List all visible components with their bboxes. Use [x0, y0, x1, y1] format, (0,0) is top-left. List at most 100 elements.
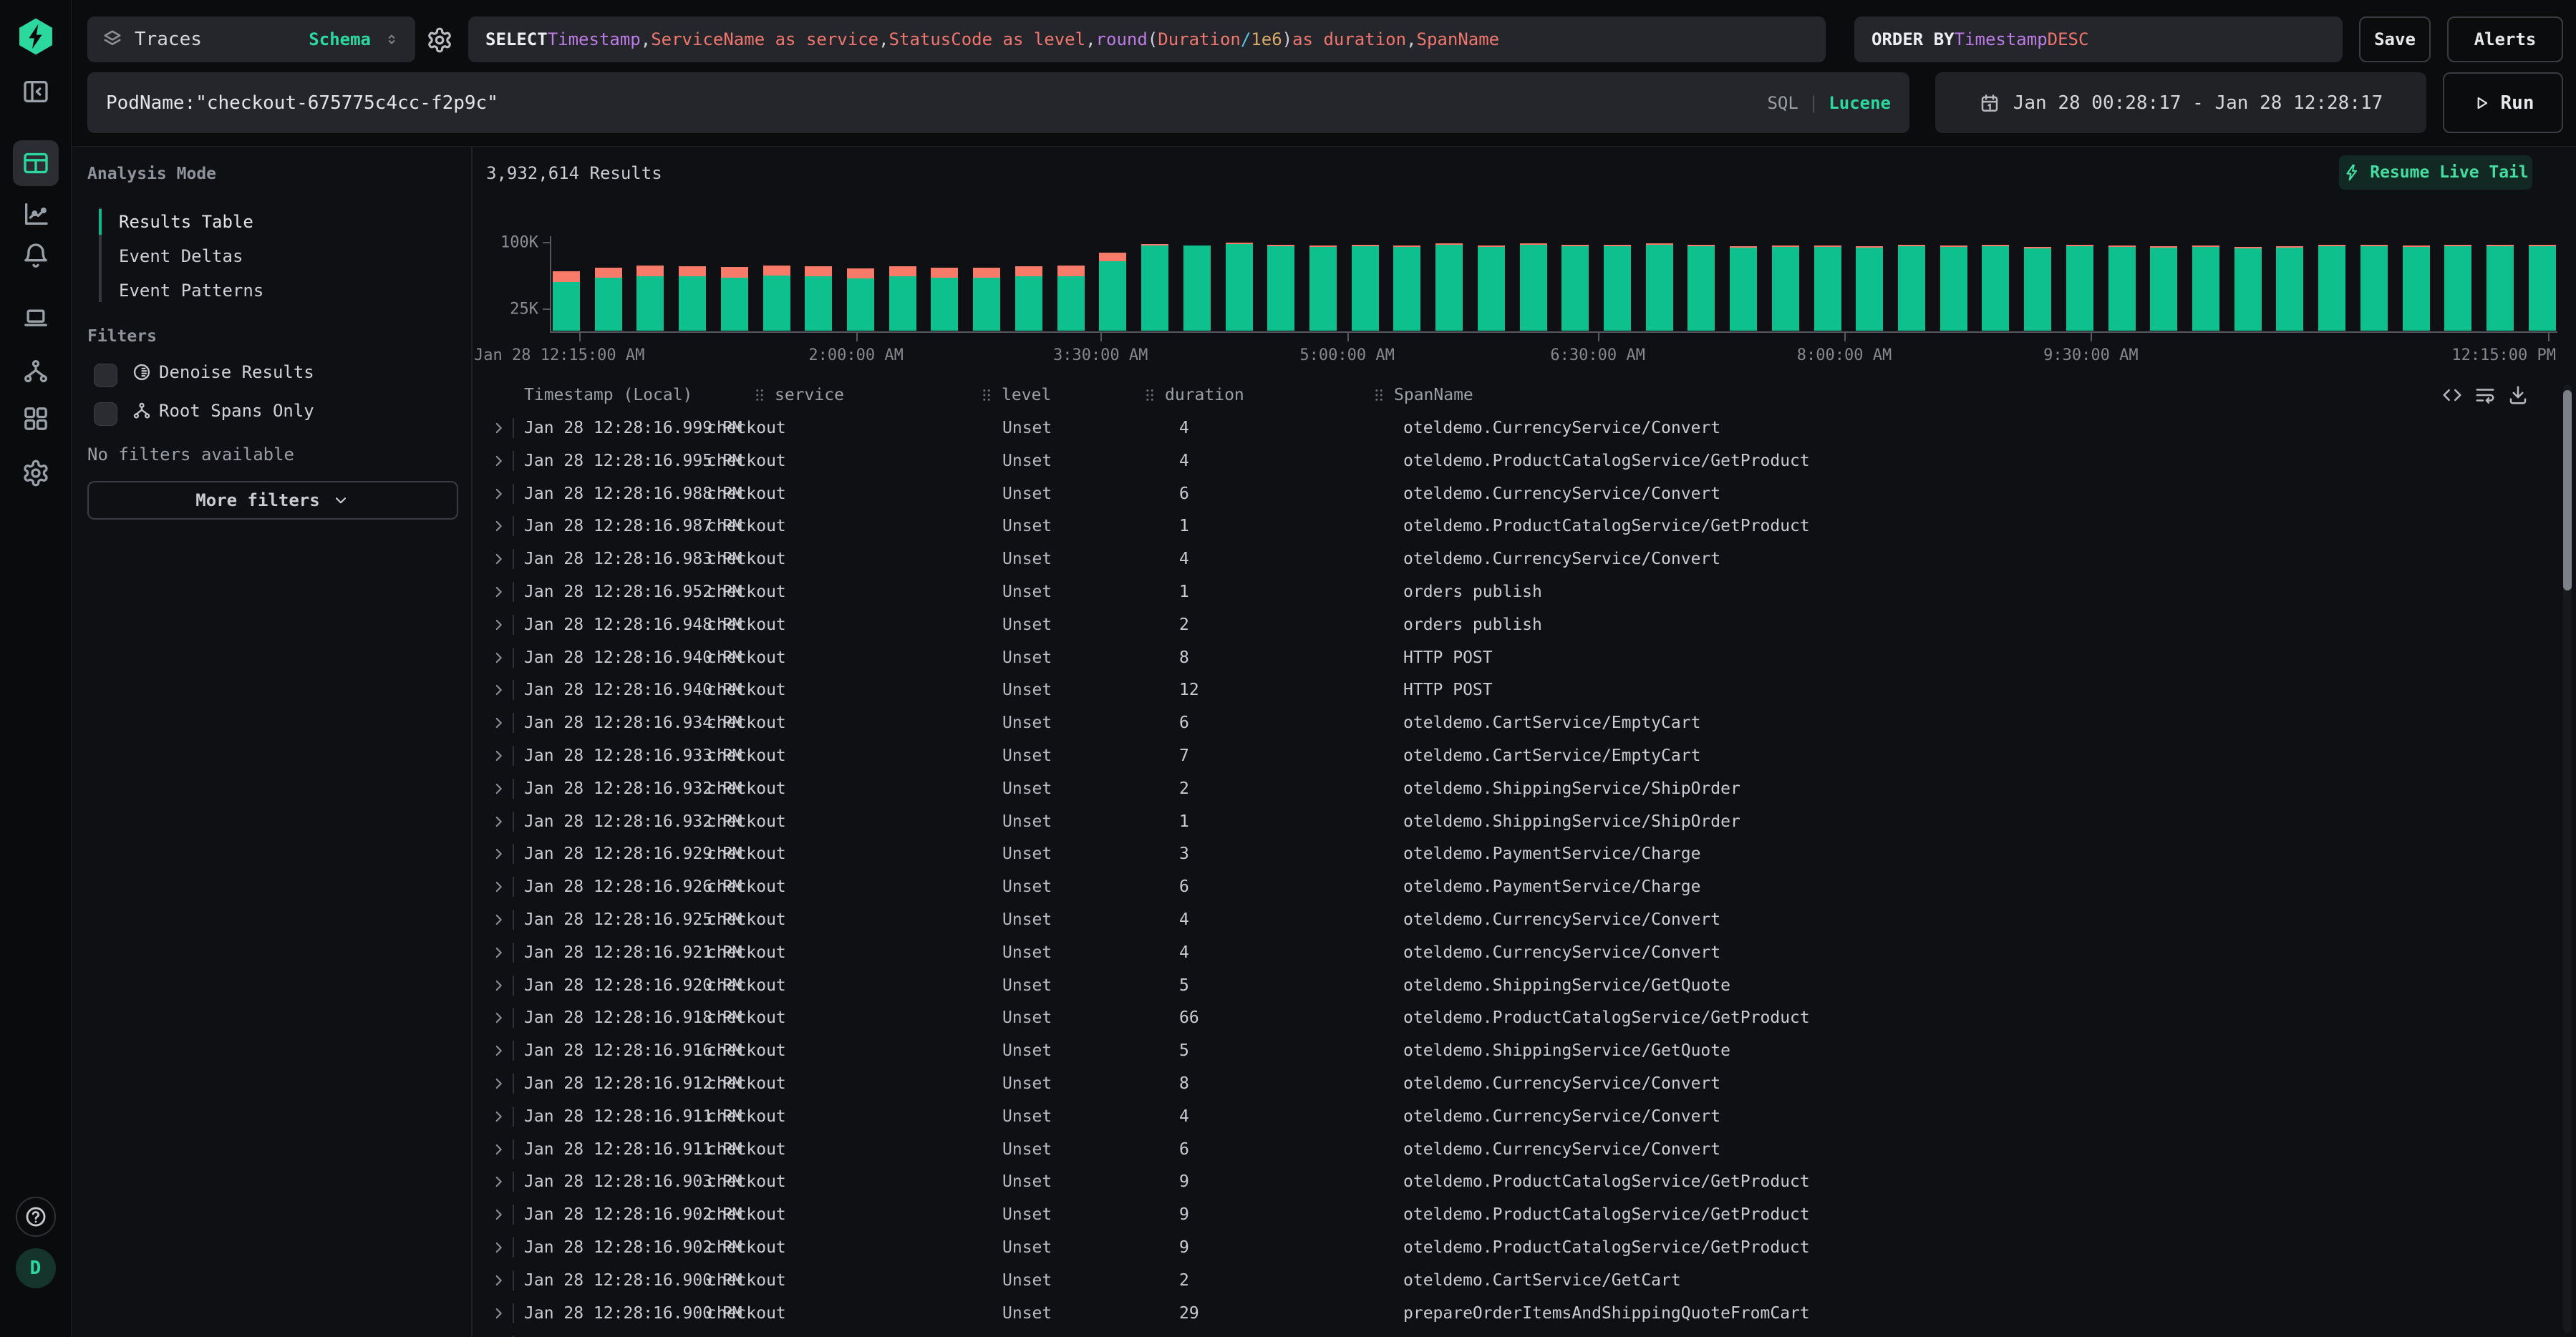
chart-bar[interactable] — [1940, 245, 1967, 331]
expand-row-chevron-icon[interactable] — [490, 976, 508, 995]
expand-row-chevron-icon[interactable] — [490, 779, 508, 798]
table-row[interactable]: Jan 28 12:28:16.916 PMcheckoutUnset5otel… — [473, 1034, 2556, 1067]
expand-row-chevron-icon[interactable] — [490, 747, 508, 765]
scrollbar-thumb[interactable] — [2563, 390, 2572, 590]
chart-bar[interactable] — [1688, 245, 1715, 331]
table-row[interactable]: Jan 28 12:28:16.912 PMcheckoutUnset8otel… — [473, 1067, 2556, 1100]
table-row[interactable]: Jan 28 12:28:16.932 PMcheckoutUnset1otel… — [473, 805, 2556, 838]
chart-bar[interactable] — [889, 266, 916, 331]
chart-bar[interactable] — [2276, 246, 2303, 331]
table-row[interactable]: Jan 28 12:28:16.918 PMcheckoutUnset66ote… — [473, 1001, 2556, 1034]
chart-bar[interactable] — [1435, 243, 1463, 331]
filter-option-denoise-results[interactable]: Denoise Results — [132, 362, 314, 382]
chart-bar[interactable] — [1141, 244, 1168, 331]
table-row[interactable]: Jan 28 12:28:16.929 PMcheckoutUnset3otel… — [473, 837, 2556, 870]
expand-row-chevron-icon[interactable] — [490, 1107, 508, 1126]
chart-bar[interactable] — [1099, 253, 1126, 331]
expand-row-chevron-icon[interactable] — [490, 845, 508, 863]
wrap-lines-icon[interactable] — [2474, 384, 2496, 406]
chart-bar[interactable] — [2318, 245, 2345, 331]
rail-item-bell-icon[interactable] — [21, 241, 50, 270]
table-row[interactable]: Jan 28 12:28:16.940 PMcheckoutUnset12HTT… — [473, 674, 2556, 706]
table-row[interactable]: Jan 28 12:28:16.925 PMcheckoutUnset4otel… — [473, 903, 2556, 936]
column-header-duration[interactable]: duration — [1142, 386, 1244, 404]
chart-bar[interactable] — [805, 266, 832, 331]
expand-row-chevron-icon[interactable] — [490, 485, 508, 503]
user-avatar[interactable]: D — [16, 1248, 56, 1288]
chart-bar[interactable] — [2024, 247, 2051, 331]
source-settings-gear-icon[interactable] — [424, 24, 455, 56]
chart-bar[interactable] — [1730, 246, 1757, 331]
expand-row-chevron-icon[interactable] — [490, 1140, 508, 1159]
table-row[interactable]: Jan 28 12:28:16.911 PMcheckoutUnset4otel… — [473, 1100, 2556, 1133]
expand-row-chevron-icon[interactable] — [490, 419, 508, 437]
expand-row-chevron-icon[interactable] — [490, 877, 508, 896]
chart-bar[interactable] — [1226, 243, 1253, 331]
table-row[interactable]: Jan 28 12:28:16.932 PMcheckoutUnset2otel… — [473, 772, 2556, 805]
expand-row-chevron-icon[interactable] — [490, 583, 508, 601]
expand-row-chevron-icon[interactable] — [490, 1041, 508, 1060]
table-row[interactable]: Jan 28 12:28:16.987 PMcheckoutUnset1otel… — [473, 510, 2556, 543]
chart-bar[interactable] — [553, 271, 580, 331]
expand-row-chevron-icon[interactable] — [490, 1172, 508, 1191]
rail-item-laptop-icon[interactable] — [21, 304, 50, 333]
rail-item-chart-icon[interactable] — [21, 200, 50, 228]
chart-bar[interactable] — [1015, 266, 1042, 331]
chart-bar[interactable] — [721, 267, 748, 331]
chart-bar[interactable] — [679, 266, 706, 331]
expand-row-chevron-icon[interactable] — [490, 1304, 508, 1323]
table-row[interactable]: Jan 28 12:28:16.902 PMcheckoutUnset9otel… — [473, 1198, 2556, 1231]
analysis-mode-event-deltas[interactable]: Event Deltas — [119, 246, 243, 266]
column-header-service[interactable]: service — [752, 386, 844, 404]
table-row[interactable]: Jan 28 12:28:16.900 PMcheckoutUnset2otel… — [473, 1264, 2556, 1297]
save-button[interactable]: Save — [2359, 16, 2431, 62]
chart-bar[interactable] — [1856, 246, 1883, 331]
table-row[interactable]: Jan 28 12:28:16.952 PMcheckoutUnset1orde… — [473, 575, 2556, 608]
table-row[interactable]: Jan 28 12:28:16.920 PMcheckoutUnset5otel… — [473, 969, 2556, 1002]
chart-bar[interactable] — [595, 268, 622, 331]
chart-bar[interactable] — [1520, 243, 1547, 331]
analysis-mode-event-patterns[interactable]: Event Patterns — [119, 281, 263, 301]
expand-row-chevron-icon[interactable] — [490, 1074, 508, 1093]
chart-bar[interactable] — [2150, 246, 2177, 331]
table-row[interactable]: Jan 28 12:28:16.903 PMcheckoutUnset9otel… — [473, 1165, 2556, 1198]
checkbox-denoise-results[interactable] — [94, 364, 117, 387]
rail-item-panel-collapse-icon[interactable] — [21, 77, 50, 106]
lucene-toggle[interactable]: Lucene — [1829, 93, 1891, 113]
expand-row-chevron-icon[interactable] — [490, 550, 508, 568]
chart-bar[interactable] — [1309, 245, 1337, 331]
chart-bar[interactable] — [636, 266, 664, 331]
chart-bar[interactable] — [1982, 245, 2009, 331]
language-toggle[interactable]: SQL | Lucene — [1767, 93, 1891, 113]
expand-row-chevron-icon[interactable] — [490, 1205, 508, 1224]
table-row[interactable]: Jan 28 12:28:16.900 PMcheckoutUnset50ote… — [473, 1329, 2556, 1337]
expand-row-chevron-icon[interactable] — [490, 648, 508, 667]
table-row[interactable]: Jan 28 12:28:16.995 PMcheckoutUnset4otel… — [473, 444, 2556, 477]
chart-bar[interactable] — [1561, 245, 1589, 331]
alerts-button[interactable]: Alerts — [2447, 16, 2563, 62]
rail-item-gear-icon[interactable] — [21, 459, 50, 487]
chart-bar[interactable] — [1183, 245, 1211, 331]
chart-bar[interactable] — [1772, 245, 1799, 331]
chart-bar[interactable] — [1814, 245, 1841, 331]
source-selector[interactable]: Traces Schema — [87, 16, 415, 62]
table-row[interactable]: Jan 28 12:28:16.934 PMcheckoutUnset6otel… — [473, 706, 2556, 739]
table-row[interactable]: Jan 28 12:28:16.902 PMcheckoutUnset9otel… — [473, 1231, 2556, 1264]
chart-bar[interactable] — [2234, 247, 2262, 331]
table-row[interactable]: Jan 28 12:28:16.911 PMcheckoutUnset6otel… — [473, 1133, 2556, 1166]
more-filters-button[interactable]: More filters — [87, 481, 458, 520]
chart-bar[interactable] — [1646, 243, 1673, 331]
rail-item-service-map-icon[interactable] — [21, 357, 50, 386]
chart-bar[interactable] — [1478, 245, 1505, 331]
checkbox-root-spans-only[interactable] — [94, 402, 117, 426]
chart-bar[interactable] — [2360, 245, 2388, 331]
resume-live-tail-button[interactable]: Resume Live Tail — [2339, 155, 2532, 190]
rail-item-search-results-icon[interactable] — [13, 140, 59, 186]
table-row[interactable]: Jan 28 12:28:16.940 PMcheckoutUnset8HTTP… — [473, 641, 2556, 674]
rail-item-hyperdx-logo[interactable] — [15, 16, 57, 57]
chart-bar[interactable] — [973, 268, 1000, 331]
chart-bar[interactable] — [2444, 245, 2471, 331]
code-icon[interactable] — [2441, 384, 2463, 406]
chart-bar[interactable] — [2487, 245, 2514, 331]
expand-row-chevron-icon[interactable] — [490, 943, 508, 962]
